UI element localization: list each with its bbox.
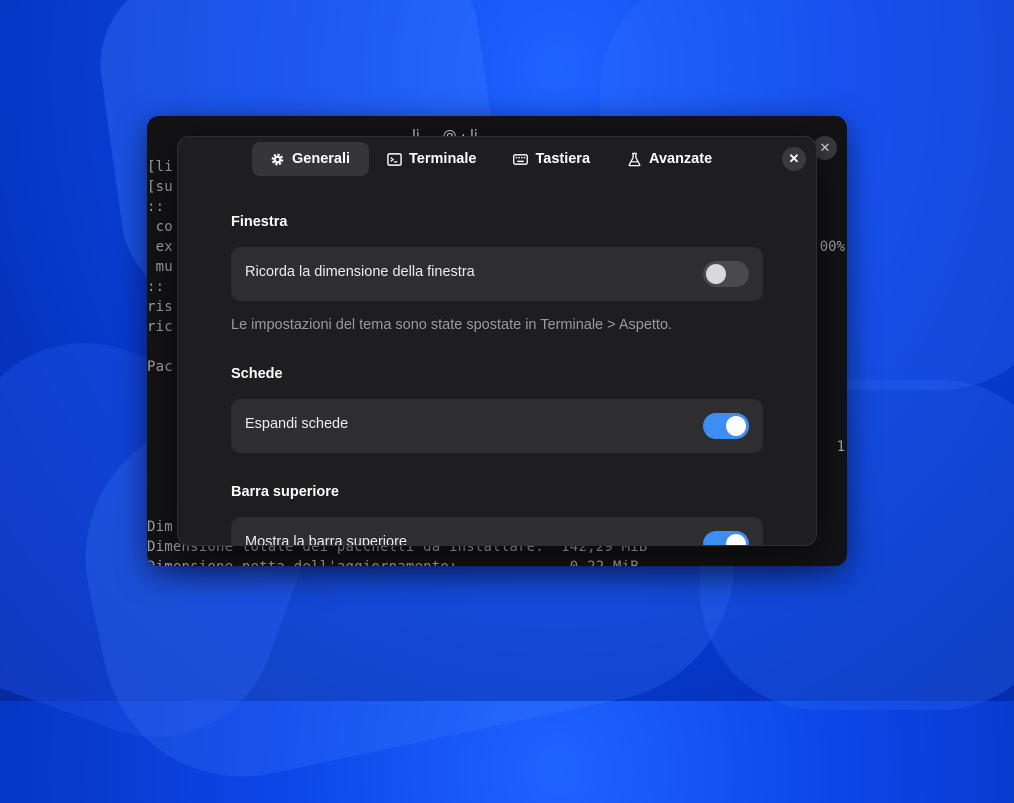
section-title-finestra: Finestra xyxy=(231,214,288,230)
tab-label: Avanzate xyxy=(649,151,713,167)
row-remember-window-size[interactable]: Ricorda la dimensione della finestra xyxy=(231,247,763,301)
tab-avanzate[interactable]: Avanzate xyxy=(609,142,731,176)
tab-tastiera[interactable]: Tastiera xyxy=(495,142,609,176)
terminal-icon xyxy=(387,152,402,166)
close-button[interactable]: ✕ xyxy=(782,147,806,171)
flask-icon xyxy=(628,152,641,166)
close-icon: ✕ xyxy=(788,151,800,166)
tab-generali[interactable]: Generali xyxy=(252,142,370,176)
terminal-output-right: 00% xyxy=(819,239,845,255)
row-label: Ricorda la dimensione della finestra xyxy=(245,264,475,280)
remember-window-size-toggle[interactable] xyxy=(703,261,749,287)
show-header-bar-toggle[interactable] xyxy=(703,531,749,545)
section-title-schede: Schede xyxy=(231,366,283,382)
terminal-line: ex xyxy=(147,239,173,255)
toggle-knob xyxy=(706,264,726,284)
terminal-line: Pac xyxy=(147,359,173,375)
terminal-line: Dimensione netta dell'aggiornamento: 0,2… xyxy=(147,559,639,566)
terminal-line: :: xyxy=(147,199,165,215)
terminal-line: [li xyxy=(147,159,173,175)
preferences-dialog: Generali Terminale Tastiera Avanzate ✕ F… xyxy=(177,136,817,546)
keyboard-icon xyxy=(513,153,529,165)
section-title-barra-superiore: Barra superiore xyxy=(231,484,339,500)
row-expand-tabs[interactable]: Espandi schede xyxy=(231,399,763,453)
terminal-line: [su xyxy=(147,179,173,195)
tab-terminale[interactable]: Terminale xyxy=(369,142,495,176)
toggle-knob xyxy=(726,416,746,436)
tab-label: Generali xyxy=(292,151,351,167)
tab-label: Tastiera xyxy=(535,151,591,167)
theme-moved-note: Le impostazioni del tema sono state spos… xyxy=(231,317,673,333)
terminal-line: :: xyxy=(147,279,165,295)
gear-icon xyxy=(271,153,284,165)
terminal-line: Dim xyxy=(147,519,173,535)
terminal-output-right: 1 xyxy=(836,439,845,455)
row-show-header-bar[interactable]: Mostra la barra superiore xyxy=(231,517,763,546)
expand-tabs-toggle[interactable] xyxy=(703,413,749,439)
terminal-line: mu xyxy=(147,259,173,275)
row-label: Mostra la barra superiore xyxy=(245,534,407,546)
toggle-knob xyxy=(726,534,746,545)
terminal-line: ric xyxy=(147,319,173,335)
row-label: Espandi schede xyxy=(245,416,349,432)
tab-bar: Generali Terminale Tastiera Avanzate xyxy=(252,142,731,178)
terminal-line: ris xyxy=(147,299,173,315)
terminal-line: co xyxy=(147,219,173,235)
tab-label: Terminale xyxy=(409,151,477,167)
